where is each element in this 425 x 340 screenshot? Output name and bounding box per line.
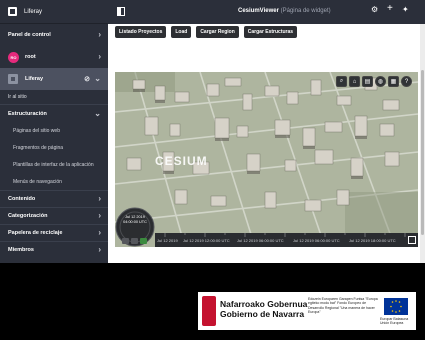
chevron-right-icon: › xyxy=(98,211,101,220)
scrollbar-thumb[interactable] xyxy=(421,70,424,235)
home-icon[interactable]: ⌂ xyxy=(349,76,360,87)
section-members[interactable]: Miembros › xyxy=(0,241,108,258)
layers-icon[interactable]: ▤ xyxy=(362,76,373,87)
list-projects-button[interactable]: Listado Proyectos xyxy=(115,26,167,38)
menu-item-page-fragments[interactable]: Fragmentos de página xyxy=(0,139,108,156)
menu-item-label: Fragmentos de página xyxy=(13,144,64,151)
main-content: CesiumViewer (Página de widget) ⚙ + ✦ Li… xyxy=(108,0,425,263)
control-panel-label: Panel de control xyxy=(8,32,51,38)
site-name: Liferay xyxy=(25,76,44,82)
chevron-right-icon: › xyxy=(98,52,101,61)
page-title: CesiumViewer (Página de widget) xyxy=(238,8,331,14)
section-label: Categorización xyxy=(8,213,48,219)
eu-flag-icon xyxy=(384,298,408,315)
chevron-right-icon: › xyxy=(98,30,101,39)
goto-site-link[interactable]: Ir al sitio xyxy=(0,90,108,104)
compass-icon[interactable]: ⊘ xyxy=(84,75,90,83)
gov-name-basque: Nafarroako Gobernua xyxy=(220,299,308,309)
search-icon[interactable]: ⌕ xyxy=(336,76,347,87)
clock-time: 04:00:00 UTC xyxy=(123,220,147,224)
product-menu: Liferay Panel de control › RO root › Lif… xyxy=(0,0,108,263)
section-content[interactable]: Contenido › xyxy=(0,190,108,207)
menu-item-label: Menús de navegación xyxy=(13,178,62,185)
page-title-text: CesiumViewer xyxy=(238,8,279,14)
structure-section[interactable]: Estructuración ⌄ xyxy=(0,104,108,122)
load-structures-button[interactable]: Cargar Estructuras xyxy=(243,26,298,38)
timeline[interactable]: Jul 12 2019 Jul 12 2019 12:00:00 UTC Jul… xyxy=(155,233,418,247)
clock-readout: Jul 12 2019 04:00:00 UTC xyxy=(119,215,151,225)
page-scrollbar[interactable] xyxy=(420,24,425,263)
load-region-button[interactable]: Cargar Region xyxy=(196,26,239,38)
simulation-icon[interactable]: ✦ xyxy=(402,6,409,14)
fund-text: Edozein Europaren Garapen Funtsa "Europa… xyxy=(308,297,378,315)
screen: Liferay Panel de control › RO root › Lif… xyxy=(0,0,425,263)
chevron-down-icon: ⌄ xyxy=(94,74,101,83)
structure-label: Estructuración xyxy=(8,110,47,117)
load-button[interactable]: Load xyxy=(171,26,192,38)
eu-caption: Europar Batasuna Unión Europea xyxy=(380,317,409,326)
user-item[interactable]: RO root › xyxy=(0,46,108,68)
site-icon xyxy=(8,74,18,84)
control-panel-item[interactable]: Panel de control › xyxy=(0,24,108,46)
menu-item-label: Páginas del sitio web xyxy=(13,127,60,134)
chevron-right-icon: › xyxy=(98,228,101,237)
cesium-toolbar: ⌕ ⌂ ▤ ◍ ▦ ? xyxy=(336,76,412,87)
timeline-label: Jul 12 2019 06:00:00 UTC xyxy=(293,238,340,243)
control-menu: CesiumViewer (Página de widget) ⚙ + ✦ xyxy=(108,0,425,24)
section-label: Papelera de reciclaje xyxy=(8,230,63,236)
animation-dial[interactable] xyxy=(115,205,155,247)
funding-logos: Nafarroako Gobernua Gobierno de Navarra … xyxy=(198,292,416,330)
gov-name-spanish: Gobierno de Navarra xyxy=(220,309,305,319)
timeline-label: Jul 12 2019 18:00:00 UTC xyxy=(349,238,396,243)
section-label: Contenido xyxy=(8,196,36,202)
sidebar-toggle-icon[interactable] xyxy=(117,7,125,16)
user-avatar: RO xyxy=(8,51,19,63)
chevron-down-icon: ⌄ xyxy=(94,108,101,118)
menu-item-app-templates[interactable]: Plantillas de interfaz de la aplicación xyxy=(0,156,108,173)
imagery-icon[interactable]: ▦ xyxy=(388,76,399,87)
product-menu-header: Liferay xyxy=(0,0,108,24)
menu-item-site-pages[interactable]: Páginas del sitio web xyxy=(0,122,108,139)
toolbar: Listado Proyectos Load Cargar Region Car… xyxy=(115,26,298,38)
cesium-viewer[interactable]: ⌕ ⌂ ▤ ◍ ▦ ? CESIUM Jul 12 2019 04:00:00 … xyxy=(115,72,418,247)
site-item-liferay[interactable]: Liferay ⊘ ⌄ xyxy=(0,68,108,90)
navarra-crest-icon xyxy=(202,296,216,326)
menu-item-label: Plantillas de interfaz de la aplicación xyxy=(13,161,94,168)
navarra-government-name: Nafarroako Gobernua Gobierno de Navarra xyxy=(220,299,307,319)
user-name: root xyxy=(25,54,36,60)
help-icon[interactable]: ? xyxy=(401,76,412,87)
section-label: Miembros xyxy=(8,247,34,253)
timeline-label: Jul 12 2019 xyxy=(157,238,178,243)
menu-item-navigation-menus[interactable]: Menús de navegación xyxy=(0,173,108,190)
section-categorization[interactable]: Categorización › xyxy=(0,207,108,224)
chevron-right-icon: › xyxy=(98,194,101,203)
liferay-logo-icon xyxy=(8,7,17,16)
animation-widget[interactable] xyxy=(115,205,155,247)
goto-site-label: Ir al sitio xyxy=(8,94,27,100)
page-subtitle: (Página de widget) xyxy=(280,8,331,14)
chevron-right-icon: › xyxy=(98,245,101,254)
timeline-label: Jul 12 2019 06:00:00 UTC xyxy=(237,238,284,243)
globe-icon[interactable]: ◍ xyxy=(375,76,386,87)
timeline-label: Jul 12 2019 12:00:00 UTC xyxy=(183,238,230,243)
product-name: Liferay xyxy=(24,8,43,15)
section-recycle-bin[interactable]: Papelera de reciclaje › xyxy=(0,224,108,241)
fullscreen-icon[interactable] xyxy=(408,236,416,244)
gear-icon[interactable]: ⚙ xyxy=(371,6,378,14)
cesium-watermark: CESIUM xyxy=(155,154,208,168)
add-icon[interactable]: + xyxy=(387,4,393,14)
